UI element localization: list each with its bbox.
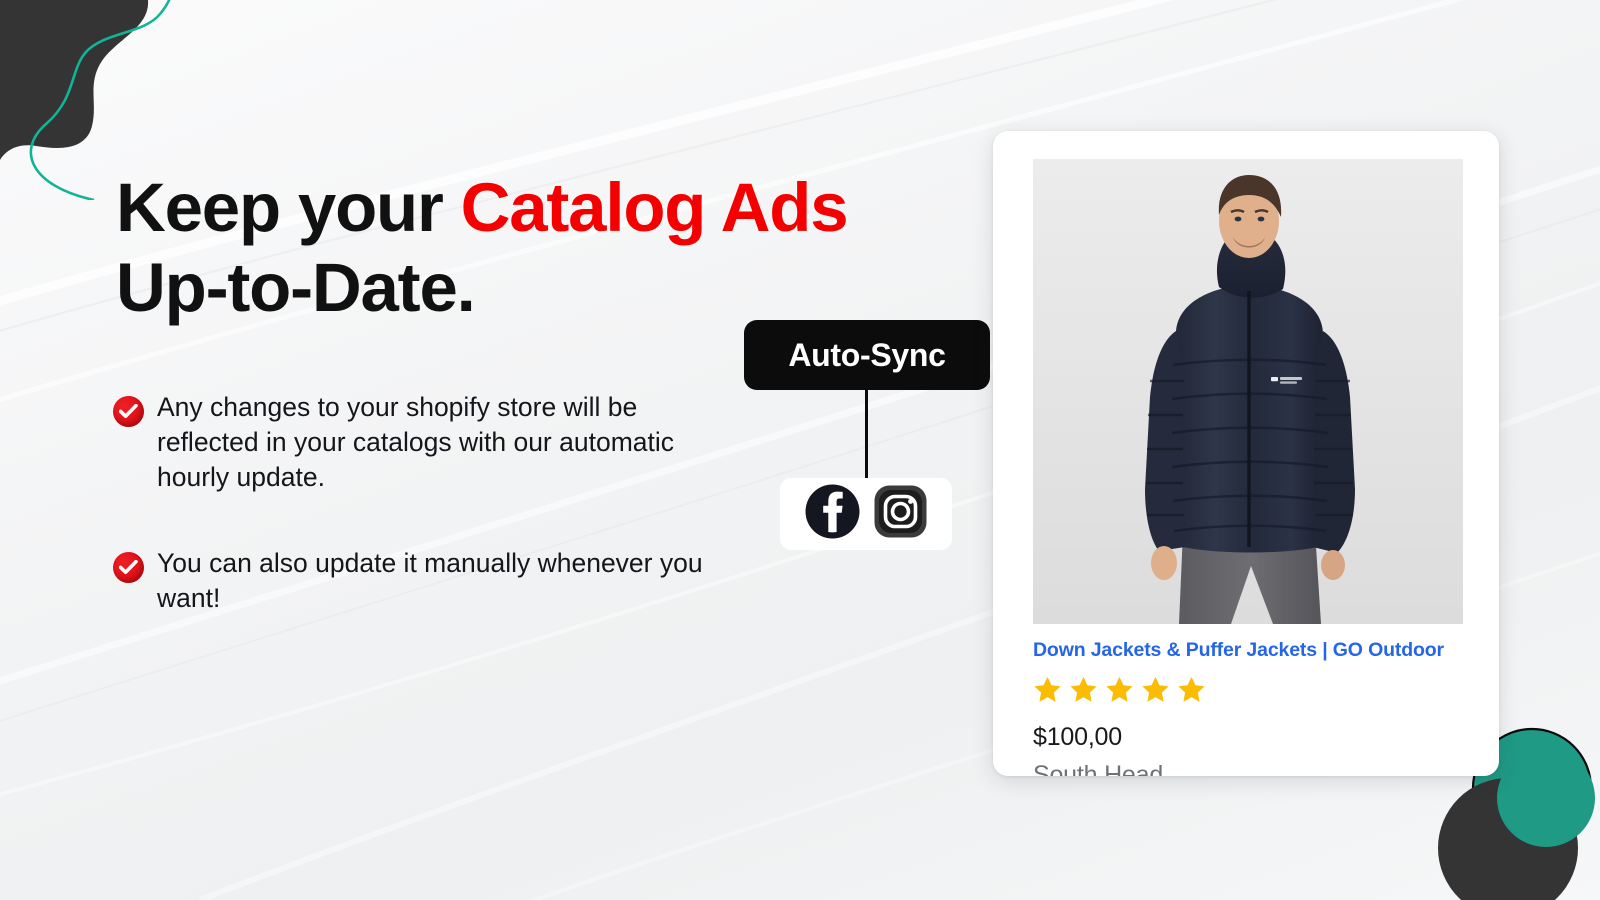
facebook-icon[interactable] [805,484,860,544]
headline-plain-text: Keep your [116,169,461,246]
list-item-label: Any changes to your shopify store will b… [157,392,675,493]
product-image [1033,159,1463,624]
check-circle-icon [113,396,144,427]
instagram-icon[interactable] [873,484,928,544]
headline-line-1: Keep your Catalog Ads [116,168,976,248]
product-card-body: Down Jackets & Puffer Jackets | GO Outdo… [1033,639,1473,776]
feature-bullet-list: Any changes to your shopify store will b… [113,390,733,666]
auto-sync-badge[interactable]: Auto-Sync [744,320,990,390]
star-filled-icon [1105,675,1134,709]
list-item-label: You can also update it manually whenever… [157,547,703,613]
star-filled-icon [1069,675,1098,709]
list-item: Any changes to your shopify store will b… [113,390,733,496]
star-filled-icon [1033,675,1062,709]
social-platforms-panel [780,478,952,550]
headline-accent-text: Catalog Ads [460,169,849,246]
star-filled-icon [1177,675,1206,709]
product-vendor: South Head [1033,761,1164,776]
page-title: Keep your Catalog Ads Up-to-Date. [116,168,976,328]
product-card[interactable]: Down Jackets & Puffer Jackets | GO Outdo… [993,131,1499,776]
star-filled-icon [1141,675,1170,709]
headline-line-2: Up-to-Date. [116,249,476,327]
product-title-link[interactable]: Down Jackets & Puffer Jackets | GO Outdo… [1033,639,1473,662]
auto-sync-flow-diagram: Auto-Sync [744,320,1132,550]
product-price: $100,00 [1033,723,1122,751]
list-item: You can also update it manually whenever… [113,546,733,616]
auto-sync-badge-label: Auto-Sync [788,336,946,373]
check-circle-icon [113,551,144,583]
vertical-connector-line [865,390,868,482]
rating-stars [1033,675,1473,709]
